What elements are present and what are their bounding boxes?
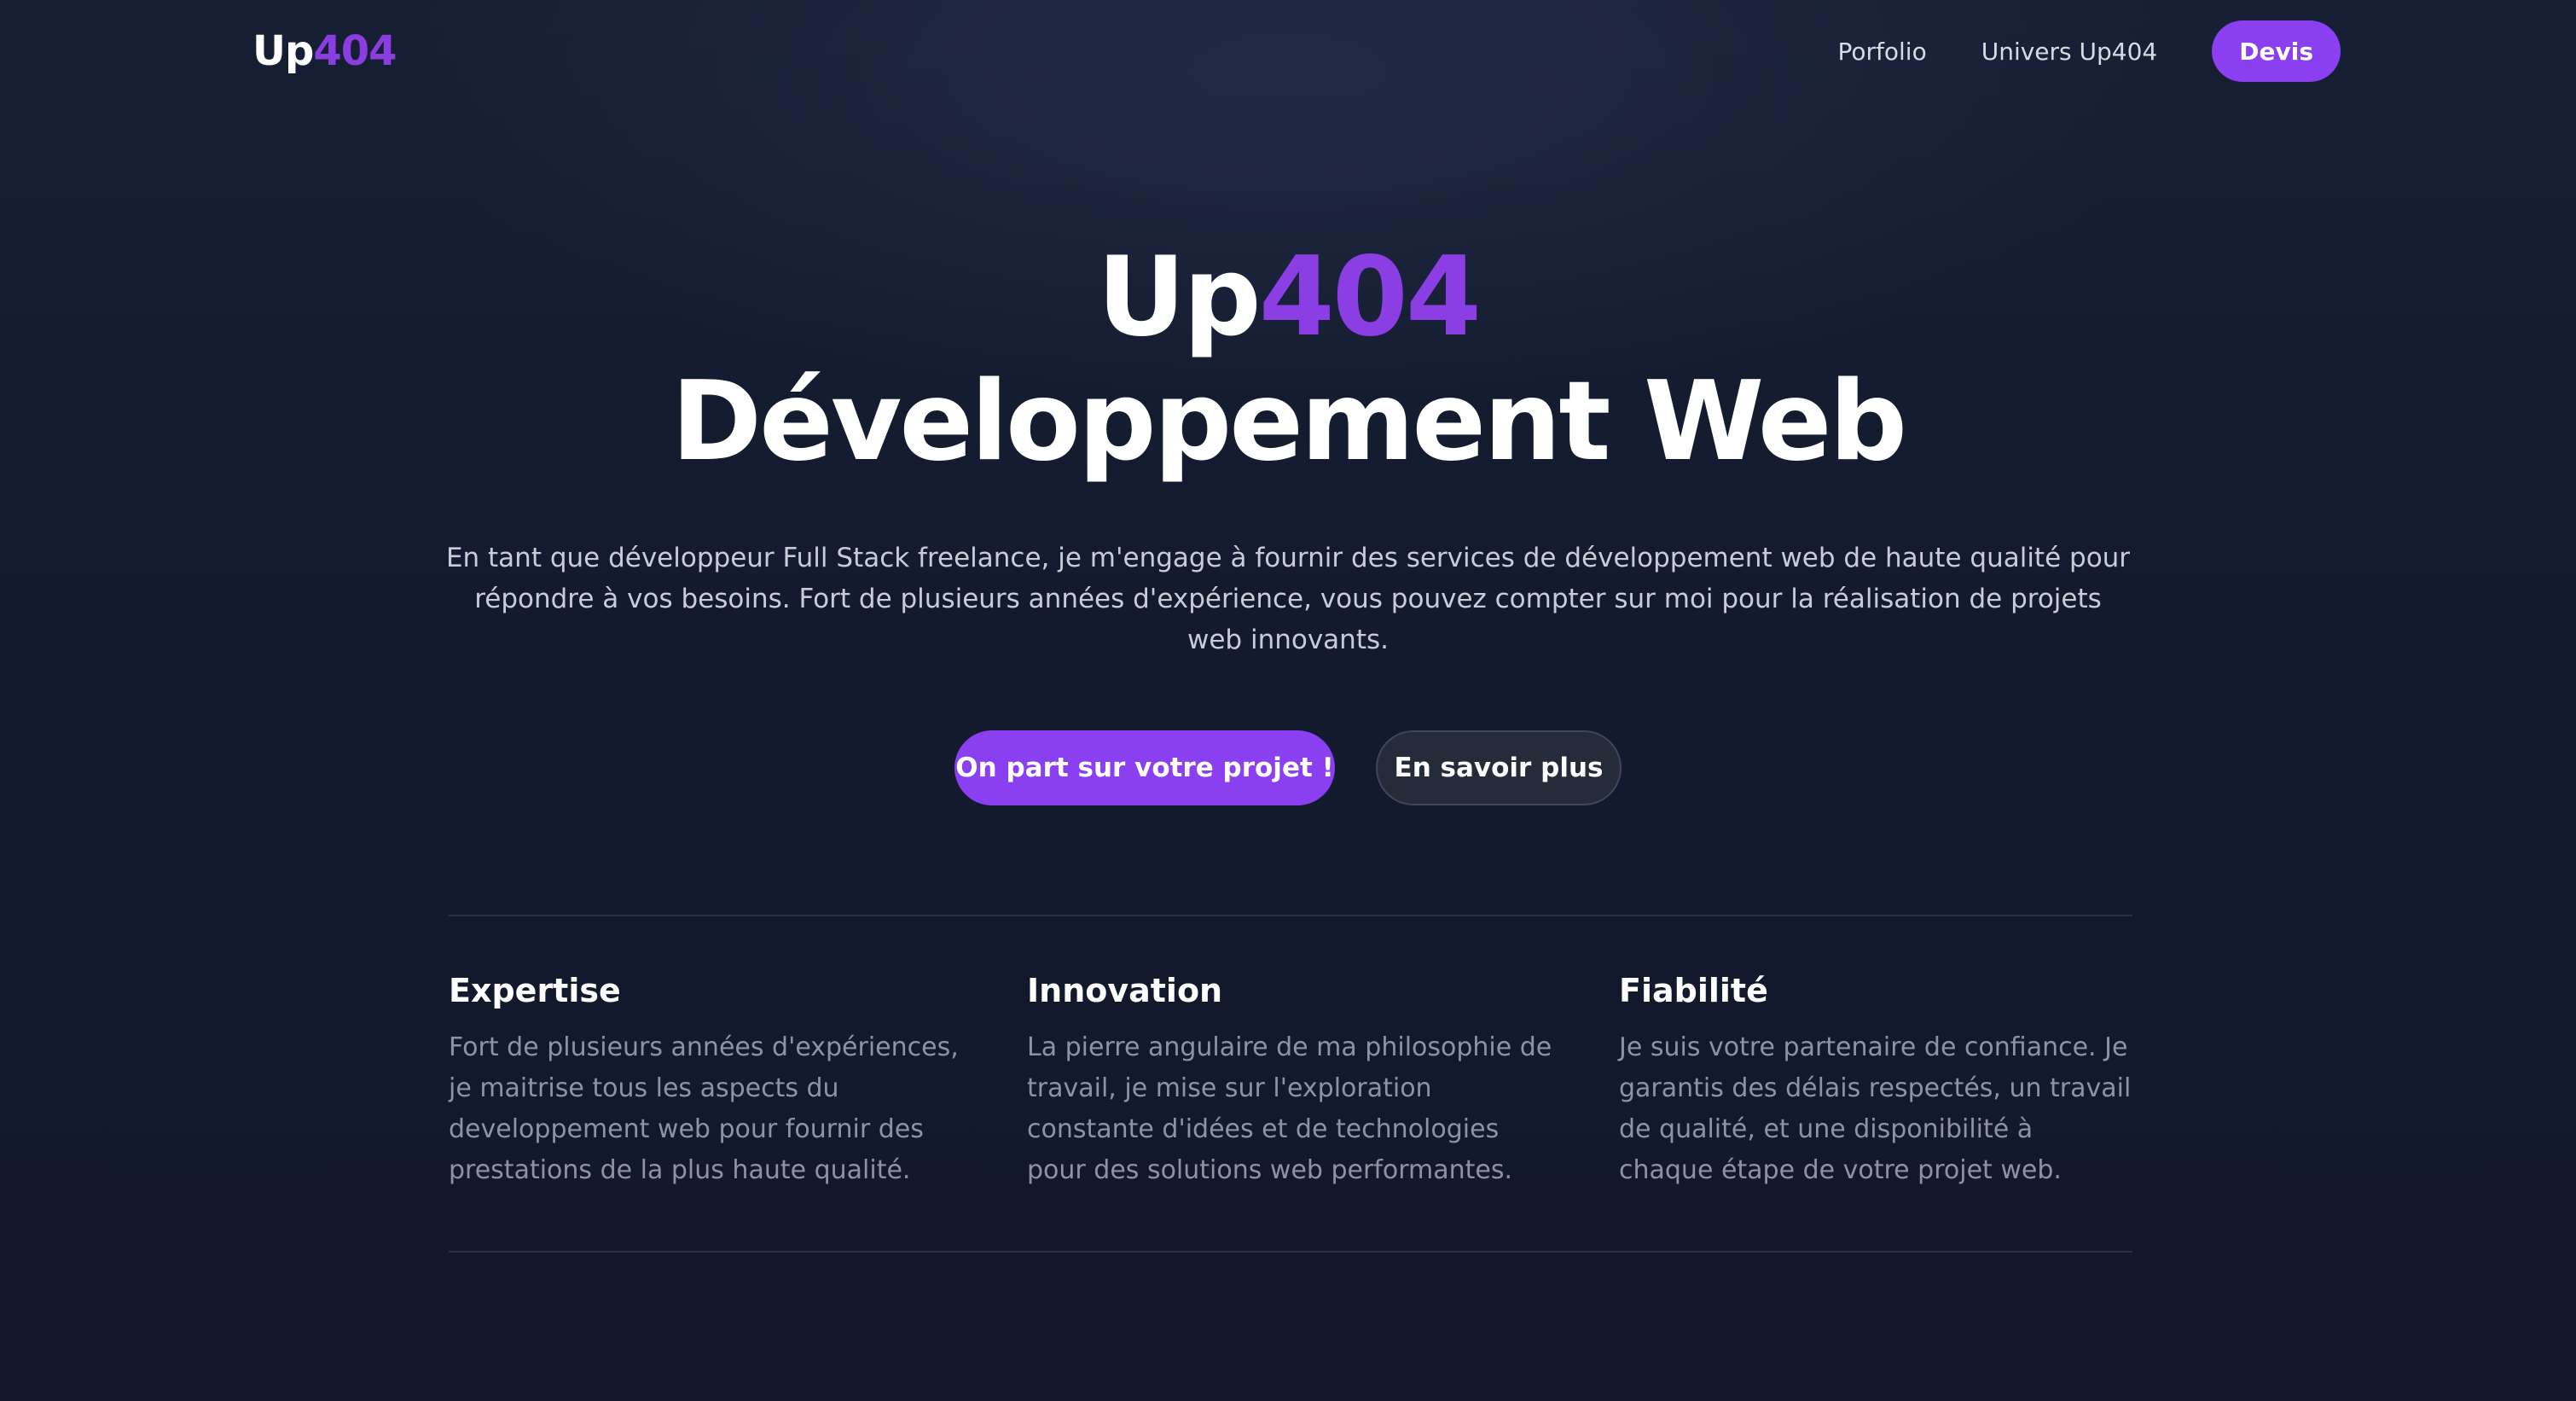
feature-innovation: Innovation La pierre angulaire de ma phi… xyxy=(1027,968,1556,1191)
hero-cta-row: On part sur votre projet ! En savoir plu… xyxy=(0,730,2576,805)
brand-logo[interactable]: Up404 xyxy=(252,27,397,75)
feature-text: Je suis votre partenaire de confiance. J… xyxy=(1619,1032,2132,1185)
learn-more-button[interactable]: En savoir plus xyxy=(1376,730,1622,805)
feature-title: Fiabilité xyxy=(1619,972,1768,1009)
hero-title-prefix: Up xyxy=(1097,234,1262,361)
logo-accent: 404 xyxy=(313,27,397,75)
feature-title: Expertise xyxy=(449,972,621,1009)
hero-subtitle: En tant que développeur Full Stack freel… xyxy=(445,543,2131,655)
landing-page: Up404 Porfolio Univers Up404 Devis Up404… xyxy=(0,0,2576,1401)
nav-link-portfolio[interactable]: Porfolio xyxy=(1838,38,1927,66)
nav-link-univers[interactable]: Univers Up404 xyxy=(1981,38,2158,66)
feature-fiabilite: Fiabilité Je suis votre partenaire de co… xyxy=(1619,968,2132,1191)
section-divider-bottom xyxy=(449,1251,2132,1253)
quote-button[interactable]: Devis xyxy=(2212,20,2341,82)
hero-title: Up404 Développement Web xyxy=(0,235,2576,485)
nav-links: Porfolio Univers Up404 Devis xyxy=(1838,20,2341,82)
top-navbar: Up404 Porfolio Univers Up404 Devis xyxy=(252,20,2341,82)
feature-title: Innovation xyxy=(1027,972,1223,1009)
feature-text: La pierre angulaire de ma philosophie de… xyxy=(1027,1032,1552,1185)
start-project-button[interactable]: On part sur votre projet ! xyxy=(954,730,1335,805)
feature-expertise: Expertise Fort de plusieurs années d'exp… xyxy=(449,968,960,1191)
section-divider-top xyxy=(449,915,2132,916)
hero-title-line2: Développement Web xyxy=(670,358,1907,485)
hero-title-accent: 404 xyxy=(1258,234,1482,361)
logo-prefix: Up xyxy=(252,27,314,75)
feature-text: Fort de plusieurs années d'expériences, … xyxy=(449,1032,959,1185)
